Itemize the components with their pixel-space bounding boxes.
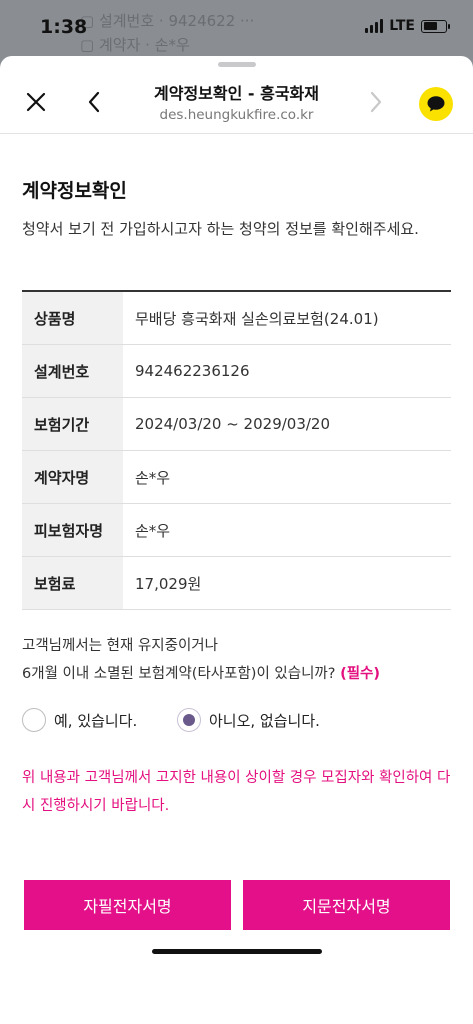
- row-value: 손*우: [135, 468, 171, 487]
- battery-icon: [421, 19, 450, 33]
- question-line-text: 6개월 이내 소멸된 보험계약(타사포함)이 있습니까?: [22, 666, 336, 682]
- sheet-grabber[interactable]: [218, 62, 256, 67]
- table-row: 피보험자명 손*우: [22, 504, 451, 557]
- url-box[interactable]: 계약정보확인 - 흥국화재 des.heungkukfire.co.kr: [120, 80, 353, 123]
- url-domain: des.heungkukfire.co.kr: [159, 107, 314, 123]
- table-row: 계약자명 손*우: [22, 451, 451, 504]
- radio-label-no: 아니오, 없습니다.: [209, 711, 320, 730]
- required-badge: (필수): [340, 666, 381, 682]
- row-value: 2024/03/20 ~ 2029/03/20: [135, 415, 331, 433]
- signal-icon: [365, 19, 384, 33]
- table-row: 상품명 무배당 흥국화재 실손의료보험(24.01): [22, 292, 451, 345]
- question-line: 6개월 이내 소멸된 보험계약(타사포함)이 있습니까? (필수): [22, 660, 462, 688]
- kakao-button[interactable]: [419, 87, 453, 121]
- table-row: 보험료 17,029원: [22, 557, 451, 610]
- radio-label-yes: 예, 있습니다.: [54, 711, 138, 730]
- radio-button-yes[interactable]: [22, 708, 46, 732]
- chat-bubble-icon: [427, 96, 445, 112]
- browser-toolbar: 계약정보확인 - 흥국화재 des.heungkukfire.co.kr: [0, 70, 473, 134]
- row-value: 942462236126: [135, 362, 250, 380]
- network-label: LTE: [389, 18, 415, 34]
- chevron-right-icon: [370, 91, 382, 113]
- radio-option-yes[interactable]: 예, 있습니다.: [22, 708, 137, 732]
- home-indicator[interactable]: [152, 949, 322, 954]
- close-icon: [26, 92, 46, 112]
- status-bar: 1:38 LTE: [0, 0, 473, 56]
- page-title: 계약정보확인: [22, 180, 127, 202]
- table-row: 보험기간 2024/03/20 ~ 2029/03/20: [22, 398, 451, 451]
- back-button[interactable]: [78, 86, 110, 118]
- row-value: 무배당 흥국화재 실손의료보험(24.01): [135, 309, 379, 328]
- page-description: 청약서 보기 전 가입하시고자 하는 청약의 정보를 확인해주세요.: [22, 220, 419, 238]
- handwritten-sign-button[interactable]: 자필전자서명: [24, 880, 231, 930]
- fingerprint-sign-button[interactable]: 지문전자서명: [243, 880, 450, 930]
- existing-contract-radio-group: 예, 있습니다. 아니오, 없습니다.: [22, 708, 452, 738]
- webview-sheet: 계약정보확인 - 흥국화재 des.heungkukfire.co.kr 계약정…: [0, 56, 473, 1024]
- question-line: 고객님께서는 현재 유지중이거나: [22, 638, 218, 654]
- table-row: 설계번호 942462236126: [22, 345, 451, 398]
- radio-option-no[interactable]: 아니오, 없습니다.: [177, 708, 320, 732]
- row-value: 17,029원: [135, 574, 202, 593]
- row-label: 계약자명: [22, 451, 123, 503]
- page-title-bar: 계약정보확인 - 흥국화재: [154, 84, 319, 103]
- radio-button-no[interactable]: [177, 708, 201, 732]
- row-label: 피보험자명: [22, 504, 123, 556]
- contract-info-table: 상품명 무배당 흥국화재 실손의료보험(24.01) 설계번호 94246223…: [22, 290, 451, 610]
- radio-selected-dot: [183, 714, 195, 726]
- row-label: 설계번호: [22, 345, 123, 397]
- row-label: 보험료: [22, 557, 123, 609]
- status-time: 1:38: [40, 16, 88, 38]
- status-icons: LTE: [365, 18, 450, 34]
- close-button[interactable]: [20, 86, 52, 118]
- question-text: 고객님께서는 현재 유지중이거나 6개월 이내 소멸된 보험계약(타사포함)이 …: [22, 632, 462, 688]
- row-label: 상품명: [22, 292, 123, 344]
- row-value: 손*우: [135, 521, 171, 540]
- row-label: 보험기간: [22, 398, 123, 450]
- warning-text: 위 내용과 고객님께서 고지한 내용이 상이할 경우 모집자와 확인하여 다시 …: [22, 770, 451, 814]
- forward-button[interactable]: [360, 86, 392, 118]
- chevron-left-icon: [88, 91, 100, 113]
